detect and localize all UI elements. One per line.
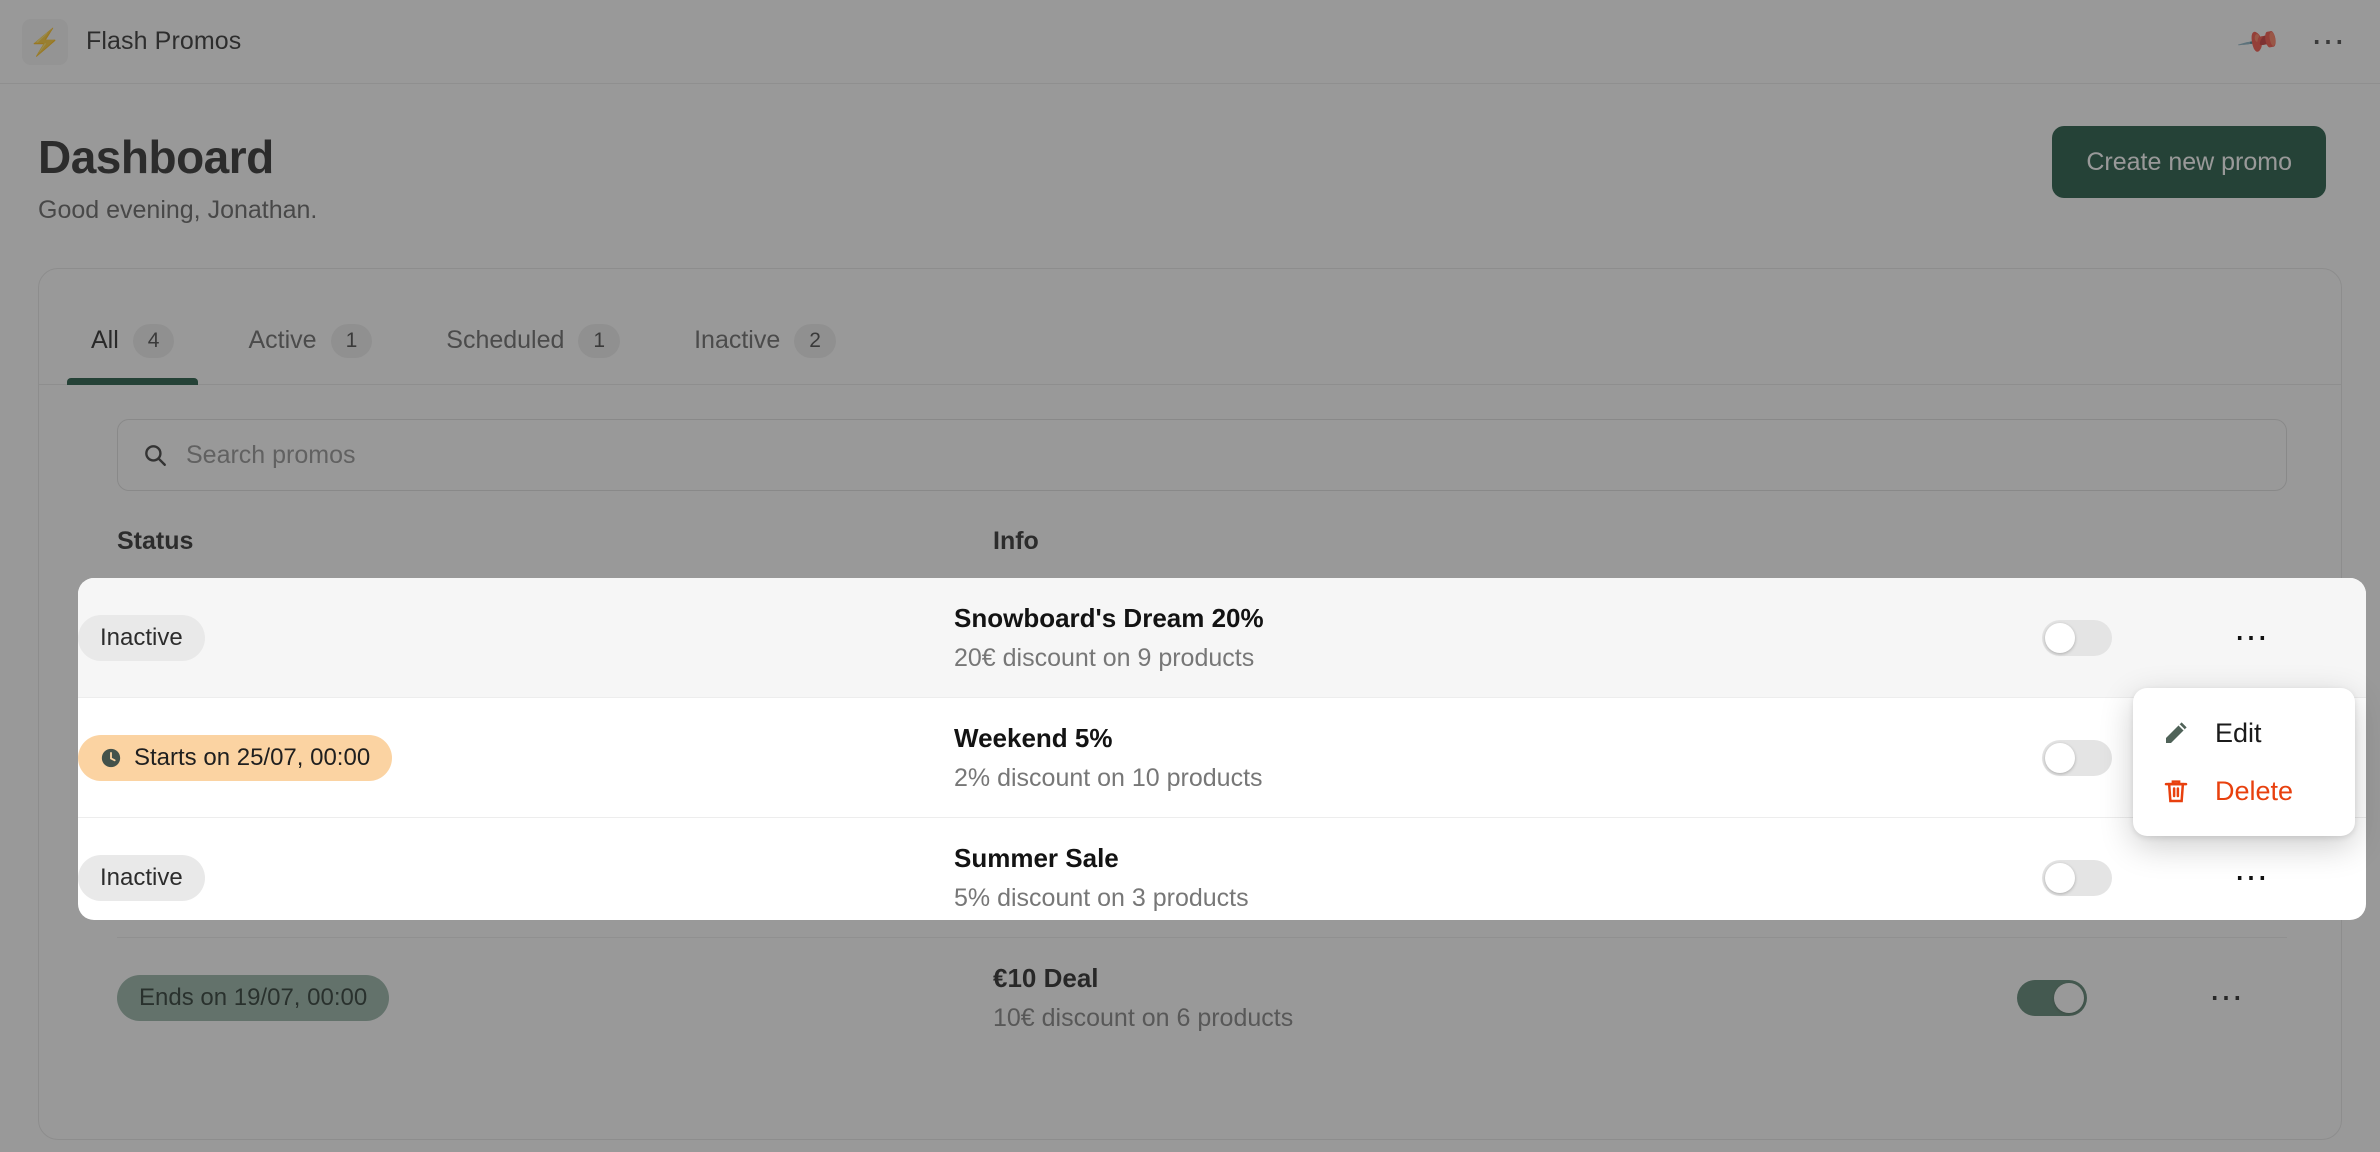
promo-description: 20€ discount on 9 products — [954, 643, 1255, 672]
row-info-cell: Weekend 5% 2% discount on 10 products — [954, 723, 2042, 793]
promo-enabled-toggle[interactable] — [2042, 860, 2112, 896]
row-menu-cell: ⋯ — [2192, 621, 2312, 655]
status-badge: Starts on 25/07, 00:00 — [78, 734, 393, 781]
row-status-cell: Starts on 25/07, 00:00 — [78, 734, 954, 781]
modal-backdrop[interactable] — [0, 0, 2380, 1152]
clock-icon — [101, 748, 121, 767]
row-toggle-cell — [2042, 619, 2192, 656]
status-badge: Inactive — [78, 855, 205, 901]
table-row[interactable]: Inactive Summer Sale 5% discount on 3 pr… — [78, 818, 2366, 920]
table-row[interactable]: Starts on 25/07, 00:00 Weekend 5% 2% dis… — [78, 698, 2366, 818]
row-info-cell: Summer Sale 5% discount on 3 products — [954, 843, 2042, 913]
row-toggle-cell — [2042, 860, 2192, 896]
promo-name: Weekend 5% — [954, 722, 1113, 753]
table-row[interactable]: Inactive Snowboard's Dream 20% 20€ disco… — [78, 578, 2366, 698]
highlighted-rows: Inactive Snowboard's Dream 20% 20€ disco… — [78, 578, 2366, 920]
promo-description: 5% discount on 3 products — [954, 884, 1249, 912]
row-more-icon[interactable]: ⋯ — [2234, 861, 2270, 895]
row-more-icon[interactable]: ⋯ — [2234, 621, 2270, 655]
row-status-cell: Inactive — [78, 614, 954, 661]
menu-item-edit[interactable]: Edit — [2133, 704, 2355, 762]
menu-item-delete[interactable]: Delete — [2133, 762, 2355, 820]
status-badge: Inactive — [78, 614, 205, 661]
menu-item-delete-label: Delete — [2215, 775, 2294, 806]
highlighted-rows-panel: Inactive Snowboard's Dream 20% 20€ disco… — [78, 578, 2366, 920]
pencil-icon — [2166, 722, 2187, 743]
row-status-cell: Inactive — [78, 855, 954, 901]
row-context-menu: Edit Delete — [2133, 688, 2355, 836]
row-menu-cell: ⋯ — [2192, 861, 2312, 895]
promo-enabled-toggle[interactable] — [2042, 739, 2112, 776]
status-badge-label: Starts on 25/07, 00:00 — [134, 743, 371, 771]
promo-enabled-toggle[interactable] — [2042, 619, 2112, 656]
promo-description: 2% discount on 10 products — [954, 763, 1263, 792]
promo-name: Summer Sale — [954, 843, 1119, 873]
trash-icon — [2164, 780, 2188, 803]
row-info-cell: Snowboard's Dream 20% 20€ discount on 9 … — [954, 603, 2042, 673]
promo-name: Snowboard's Dream 20% — [954, 602, 1264, 633]
menu-item-edit-label: Edit — [2215, 717, 2262, 748]
